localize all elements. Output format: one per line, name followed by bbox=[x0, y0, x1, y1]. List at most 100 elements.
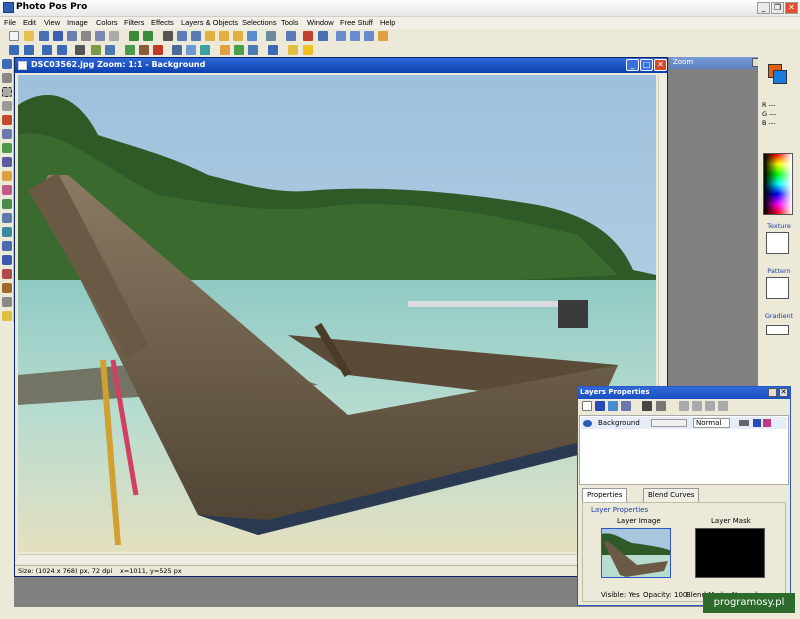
layers-close-button[interactable]: ✕ bbox=[779, 388, 788, 397]
doc-maximize-button[interactable]: □ bbox=[640, 59, 653, 71]
resize-icon[interactable] bbox=[91, 45, 101, 55]
close-button[interactable]: ✕ bbox=[785, 2, 798, 14]
cut-icon[interactable] bbox=[163, 31, 173, 41]
menu-selections[interactable]: Selections bbox=[242, 18, 277, 27]
layer-image-thumbnail[interactable] bbox=[601, 528, 671, 578]
layer-bottom-icon[interactable] bbox=[692, 401, 702, 411]
levels-icon[interactable] bbox=[139, 45, 149, 55]
lasso-icon[interactable] bbox=[2, 101, 12, 111]
flatten-icon[interactable] bbox=[656, 401, 666, 411]
merge-layers-icon[interactable] bbox=[642, 401, 652, 411]
new-layer-icon[interactable] bbox=[582, 401, 592, 411]
rotate-left-icon[interactable] bbox=[9, 45, 19, 55]
diamond-icon[interactable] bbox=[268, 45, 278, 55]
new-file-icon[interactable] bbox=[9, 31, 19, 41]
image-canvas[interactable] bbox=[18, 75, 656, 552]
tab-blend-curves[interactable]: Blend Curves bbox=[643, 488, 700, 502]
lock-icon[interactable] bbox=[753, 419, 761, 427]
filter-icon[interactable] bbox=[200, 45, 210, 55]
clipboard-icon[interactable] bbox=[247, 31, 257, 41]
flip-horizontal-icon[interactable] bbox=[42, 45, 52, 55]
magic-wand-icon[interactable] bbox=[2, 115, 12, 125]
tools-icon[interactable] bbox=[303, 31, 313, 41]
star-icon[interactable] bbox=[303, 45, 313, 55]
menu-file[interactable]: File bbox=[4, 18, 16, 27]
gradient-swatch[interactable] bbox=[766, 325, 789, 335]
print-preview-icon[interactable] bbox=[95, 31, 105, 41]
layers-icon[interactable] bbox=[318, 31, 328, 41]
layer-props-icon[interactable] bbox=[621, 401, 631, 411]
opacity-slider[interactable] bbox=[651, 419, 687, 427]
link-icon[interactable] bbox=[739, 420, 749, 426]
horizontal-scrollbar[interactable] bbox=[18, 554, 656, 563]
window-tile-icon[interactable] bbox=[336, 31, 346, 41]
shape-tool-icon[interactable] bbox=[2, 269, 12, 279]
doc-close-button[interactable]: ✕ bbox=[654, 59, 667, 71]
menu-filters[interactable]: Filters bbox=[124, 18, 144, 27]
screen-capture-icon[interactable] bbox=[266, 31, 276, 41]
blend-mode-select[interactable]: Normal bbox=[693, 418, 731, 428]
menu-tools[interactable]: Tools bbox=[281, 18, 299, 27]
texture-swatch[interactable] bbox=[766, 232, 789, 254]
flip-vertical-icon[interactable] bbox=[57, 45, 67, 55]
rotate-right-icon[interactable] bbox=[24, 45, 34, 55]
delete-layer-icon[interactable] bbox=[595, 401, 605, 411]
background-color[interactable] bbox=[773, 70, 787, 84]
fill-icon[interactable] bbox=[2, 185, 12, 195]
zoom-tool-icon[interactable] bbox=[2, 73, 12, 83]
undo-icon[interactable] bbox=[129, 31, 139, 41]
duplicate-layer-icon[interactable] bbox=[608, 401, 618, 411]
window-cascade-icon[interactable] bbox=[350, 31, 360, 41]
move-tool-icon[interactable] bbox=[2, 59, 12, 69]
frame-icon[interactable] bbox=[172, 45, 182, 55]
pen-icon[interactable] bbox=[2, 143, 12, 153]
browser-icon[interactable] bbox=[286, 31, 296, 41]
menu-effects[interactable]: Effects bbox=[151, 18, 174, 27]
layer-mask-thumbnail[interactable] bbox=[695, 528, 765, 578]
restore-button[interactable]: ❐ bbox=[771, 2, 784, 14]
close-doc-icon[interactable] bbox=[109, 31, 119, 41]
layer-top-icon[interactable] bbox=[718, 401, 728, 411]
minimize-button[interactable]: _ bbox=[757, 2, 770, 14]
tab-properties[interactable]: Properties bbox=[582, 488, 628, 502]
layer-row[interactable]: Background Normal bbox=[581, 417, 787, 429]
menu-edit[interactable]: Edit bbox=[23, 18, 36, 27]
layers-pin-icon[interactable] bbox=[768, 388, 777, 397]
window-arrange-icon[interactable] bbox=[364, 31, 374, 41]
open-folder-icon[interactable] bbox=[24, 31, 34, 41]
copy-merged-icon[interactable] bbox=[191, 31, 201, 41]
paste-layer-icon[interactable] bbox=[233, 31, 243, 41]
menu-colors[interactable]: Colors bbox=[96, 18, 118, 27]
lightning-icon[interactable] bbox=[288, 45, 298, 55]
text-icon[interactable] bbox=[220, 45, 230, 55]
redo-icon[interactable] bbox=[143, 31, 153, 41]
scan-icon[interactable] bbox=[39, 31, 49, 41]
save-as-icon[interactable] bbox=[67, 31, 77, 41]
airbrush-icon[interactable] bbox=[2, 171, 12, 181]
brush-icon[interactable] bbox=[2, 157, 12, 167]
canvas-size-icon[interactable] bbox=[105, 45, 115, 55]
doc-minimize-button[interactable]: _ bbox=[626, 59, 639, 71]
layer-up-icon[interactable] bbox=[705, 401, 715, 411]
color-spectrum[interactable] bbox=[763, 153, 793, 215]
crop-icon[interactable] bbox=[75, 45, 85, 55]
menu-window[interactable]: Window bbox=[307, 18, 334, 27]
menu-layers-objects[interactable]: Layers & Objects bbox=[181, 18, 238, 27]
hand-tool-icon[interactable] bbox=[2, 311, 12, 321]
pencil-icon[interactable] bbox=[378, 31, 388, 41]
save-icon[interactable] bbox=[53, 31, 63, 41]
rect-select-icon[interactable] bbox=[2, 87, 12, 97]
print-icon[interactable] bbox=[81, 31, 91, 41]
menu-image[interactable]: Image bbox=[67, 18, 88, 27]
paste-new-icon[interactable] bbox=[219, 31, 229, 41]
visibility-eye-icon[interactable] bbox=[583, 420, 592, 427]
red-eye-icon[interactable] bbox=[153, 45, 163, 55]
clone-icon[interactable] bbox=[2, 199, 12, 209]
copy-icon[interactable] bbox=[177, 31, 187, 41]
effects-lightning-icon[interactable] bbox=[763, 419, 771, 427]
paste-icon[interactable] bbox=[205, 31, 215, 41]
menu-free-stuff[interactable]: Free Stuff bbox=[340, 18, 373, 27]
eraser-icon[interactable] bbox=[2, 213, 12, 223]
crop-tool-icon[interactable] bbox=[2, 129, 12, 139]
eyedropper-icon[interactable] bbox=[2, 297, 12, 307]
